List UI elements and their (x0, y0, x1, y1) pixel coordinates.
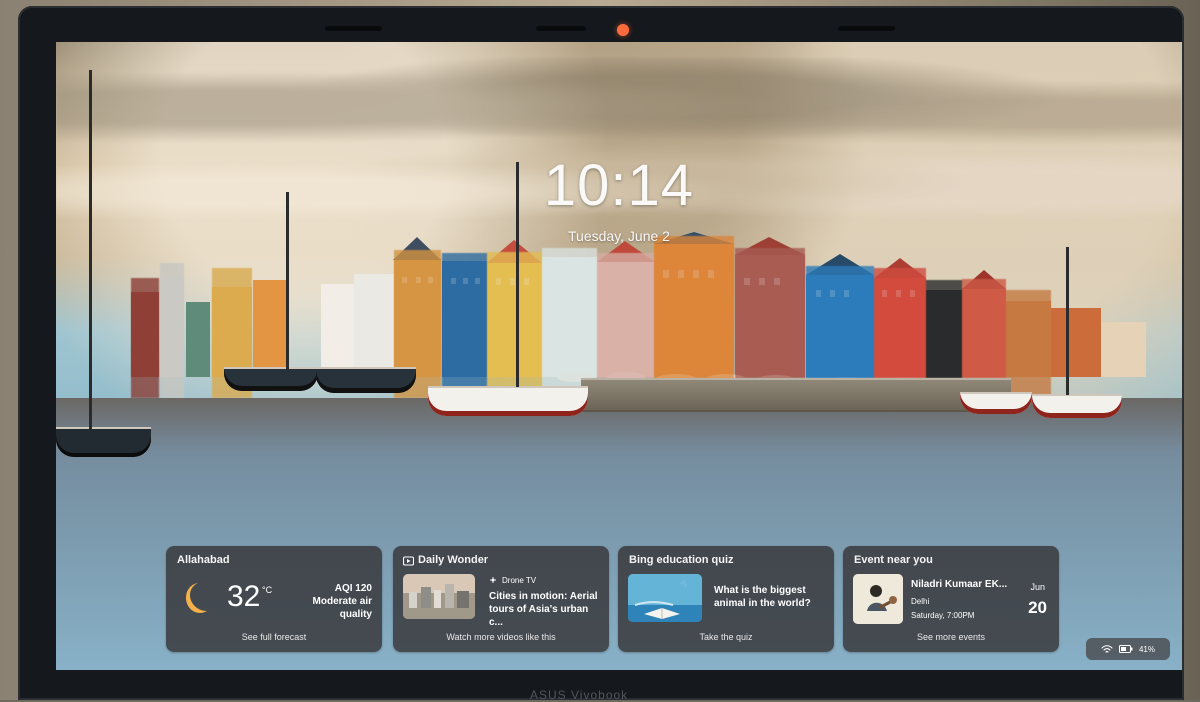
lock-screen-date: Tuesday, June 2 (568, 228, 670, 244)
video-headline[interactable]: Cities in motion: Aerial tours of Asia's… (489, 590, 601, 629)
watch-more-link[interactable]: Watch more videos like this (393, 632, 609, 642)
mast (89, 70, 92, 430)
battery-percentage: 41% (1138, 644, 1155, 654)
weather-location: Allahabad (177, 554, 230, 566)
event-performer-image (853, 574, 903, 624)
moon-icon (186, 583, 207, 613)
take-quiz-link[interactable]: Take the quiz (618, 632, 834, 642)
daily-wonder-widget[interactable]: Daily Wonder Drone TV Cities in motion: … (393, 546, 609, 652)
small-boat-right-2 (1032, 394, 1122, 418)
city-thumbnail-image (403, 574, 475, 619)
video-icon (403, 556, 414, 566)
daily-wonder-title: Daily Wonder (418, 554, 489, 566)
bezel-sensor-center (536, 26, 586, 31)
webcam-light (617, 24, 629, 36)
drone-icon (489, 576, 497, 584)
bing-quiz-widget[interactable]: Bing education quiz What is the biggest … (618, 546, 834, 652)
mast (1066, 247, 1069, 395)
laptop-bezel: 10:14 Tuesday, June 2 Allahabad 32 °C AQ… (18, 6, 1184, 700)
quiz-title: Bing education quiz (629, 554, 734, 566)
quiz-thumbnail (628, 574, 702, 622)
aqi-line: quality (339, 609, 372, 620)
video-source-name: Drone TV (502, 575, 537, 585)
weather-aqi: AQI 120 Moderate air quality (290, 582, 372, 621)
quiz-question[interactable]: What is the biggest animal in the world? (714, 584, 826, 610)
city-thumbnail (403, 574, 475, 619)
event-widget[interactable]: Event near you Niladri Kumaar EK... Delh… (843, 546, 1059, 652)
event-name[interactable]: Niladri Kumaar EK... (911, 579, 1021, 590)
quiz-illustration (628, 574, 702, 622)
battery-icon[interactable] (1118, 645, 1133, 653)
small-boat-right-1 (960, 392, 1032, 414)
status-tray[interactable]: 41% (1086, 638, 1170, 660)
video-source: Drone TV (489, 573, 536, 587)
weather-temperature: 32 (227, 580, 261, 613)
event-city: Delhi (911, 597, 930, 606)
event-widget-title: Event near you (854, 554, 933, 566)
lock-screen-clock: 10:14 (543, 153, 695, 218)
aqi-line: Moderate air (312, 596, 372, 607)
weather-unit: °C (262, 585, 273, 595)
event-month: Jun (1030, 582, 1045, 592)
weather-forecast-link[interactable]: See full forecast (166, 632, 382, 642)
aqi-line: AQI 120 (334, 583, 372, 594)
see-more-events-link[interactable]: See more events (843, 632, 1059, 642)
dark-boat (316, 367, 416, 393)
harbor-dock (581, 378, 1011, 412)
wifi-icon[interactable] (1101, 644, 1113, 654)
event-thumbnail (853, 574, 903, 624)
dark-boat (224, 367, 318, 391)
event-day: 20 (1028, 598, 1047, 617)
bezel-sensor-left (325, 26, 382, 31)
event-time: Saturday, 7:00PM (911, 611, 975, 620)
weather-widget[interactable]: Allahabad 32 °C AQI 120 Moderate air qua… (166, 546, 382, 652)
sailboat-center (428, 386, 588, 416)
tall-ship-left (56, 427, 151, 457)
lock-screen: 10:14 Tuesday, June 2 Allahabad 32 °C AQ… (56, 42, 1182, 670)
bezel-sensor-right (838, 26, 895, 31)
